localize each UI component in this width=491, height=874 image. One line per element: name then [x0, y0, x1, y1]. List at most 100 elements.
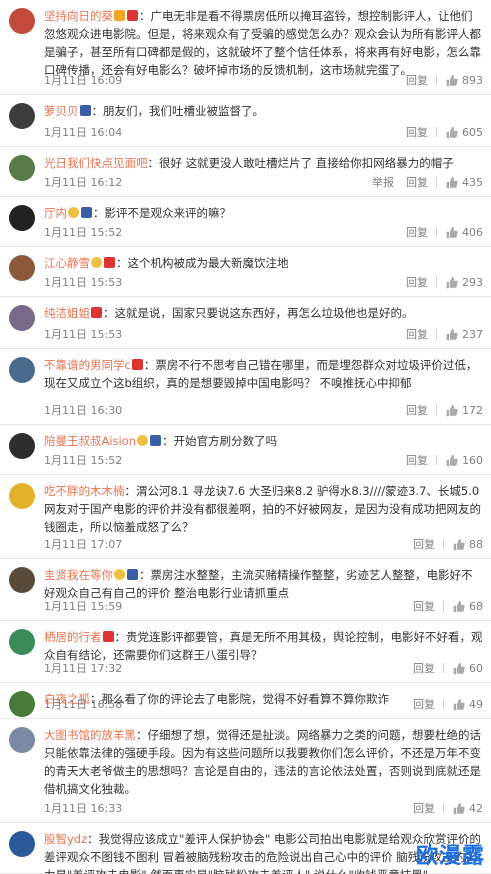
avatar[interactable] [9, 8, 35, 34]
timestamp: 1月11日 15:59 [44, 600, 123, 613]
username-link[interactable]: 江心静雪 [44, 256, 90, 270]
reply-button[interactable]: 回复 [413, 800, 435, 816]
comment-body: 大图书馆的放羊黑：仔细想了想，觉得还是扯淡。网络暴力之类的问题，想要杜绝的话只能… [44, 726, 483, 798]
timestamp: 1月11日 16:33 [44, 802, 123, 815]
avatar[interactable] [9, 357, 35, 383]
comment-actions: 回复 60 [401, 660, 483, 676]
timestamp: 1月11日 16:12 [44, 176, 123, 189]
like-count: 293 [462, 275, 483, 289]
like-button[interactable]: 893 [445, 74, 483, 87]
reply-button[interactable]: 回复 [406, 452, 428, 468]
divider [443, 803, 444, 813]
like-count: 172 [462, 403, 483, 417]
like-button[interactable]: 42 [452, 802, 483, 815]
reply-button[interactable]: 回复 [406, 274, 428, 290]
like-button[interactable]: 172 [445, 404, 483, 417]
avatar[interactable] [9, 155, 35, 181]
username-link[interactable]: 陪曼王叔叔Aision [44, 434, 136, 448]
like-button[interactable]: 68 [452, 600, 483, 613]
comment-text: ：开始官方刷分数了吗 [162, 434, 278, 448]
avatar[interactable] [9, 255, 35, 281]
crown-badge-icon [68, 207, 79, 218]
like-count: 49 [469, 697, 483, 711]
avatar[interactable] [9, 305, 35, 331]
avatar[interactable] [9, 727, 35, 753]
like-count: 406 [462, 225, 483, 239]
username-link[interactable]: 光日我们快点见面吧 [44, 156, 148, 170]
username-link[interactable]: 坚持向日的葵 [44, 9, 113, 23]
comment-body: 圭贤我在等你 ：票房注水整整，主流买赌精操作整整，劣迹艺人整整，电影好不好观众自己… [44, 566, 483, 602]
thumbs-up-icon [453, 662, 465, 674]
username-link[interactable]: 萝贝贝 [44, 104, 79, 118]
comment-item: 光日我们快点见面吧：很好 这就更没人敢吐槽烂片了 直接给你扣网络暴力的帽子 1月1… [0, 147, 491, 197]
divider [436, 405, 437, 415]
reply-button[interactable]: 回复 [406, 124, 428, 140]
avatar[interactable] [9, 831, 35, 857]
username-link[interactable]: 不靠谱的男同学c [44, 358, 131, 372]
reply-button[interactable]: 回复 [413, 660, 435, 676]
lv-badge-icon [91, 307, 102, 318]
divider [436, 329, 437, 339]
timestamp: 1月11日 15:53 [44, 328, 123, 341]
thumbs-up-icon [446, 226, 458, 238]
avatar[interactable] [9, 205, 35, 231]
thumbs-up-icon [446, 404, 458, 416]
comment-actions: 回复 88 [401, 536, 483, 552]
comment-body: 不靠谱的男同学c ：票房不行不思考自己错在哪里，而是埋怨群众对垃圾评价过低，现在又… [44, 356, 483, 392]
watermark-logo: 欧漫露 [415, 844, 485, 869]
username-link[interactable]: 纯洁姐姐 [44, 306, 90, 320]
divider [443, 539, 444, 549]
avatar[interactable] [9, 103, 35, 129]
like-count: 88 [469, 537, 483, 551]
username-link[interactable]: 股智ydz [44, 832, 87, 846]
comment-body: 厅内 ：影评不是观众来评的嘛？ [44, 204, 483, 222]
like-button[interactable]: 237 [445, 328, 483, 341]
username-link[interactable]: 栖居的行者 [44, 630, 102, 644]
comment-actions: 回复 293 [394, 274, 483, 290]
comment-meta: 1月11日 17:32 回复 60 [44, 660, 483, 676]
like-button[interactable]: 88 [452, 538, 483, 551]
like-button[interactable]: 160 [445, 454, 483, 467]
reply-button[interactable]: 回复 [413, 696, 435, 712]
reply-button[interactable]: 回复 [406, 402, 428, 418]
like-button[interactable]: 435 [445, 176, 483, 189]
thumbs-up-icon [446, 454, 458, 466]
comment-item: 坚持向日的葵 ：广电无非是看不得票房低所以掩耳盗铃，想控制影评人，让他们忽悠观众进… [0, 0, 491, 95]
like-count: 160 [462, 453, 483, 467]
reply-button[interactable]: 回复 [406, 174, 428, 190]
comment-item: 陪曼王叔叔Aision ：开始官方刷分数了吗 1月11日 15:52 回复 160 [0, 425, 491, 475]
avatar[interactable] [9, 691, 35, 717]
comment-body: 坚持向日的葵 ：广电无非是看不得票房低所以掩耳盗铃，想控制影评人，让他们忽悠观众进… [44, 7, 483, 79]
avatar[interactable] [9, 433, 35, 459]
comment-item: 江心静雪 ：这个机构被成为最大新魔饮注地 1月11日 15:53 回复 293 [0, 247, 491, 297]
timestamp: 1月11日 17:32 [44, 662, 123, 675]
avatar[interactable] [9, 483, 35, 509]
comment-body: 萝贝贝 ：朋友们，我们吐槽业被监督了。 [44, 102, 483, 120]
comment-item: 厅内 ：影评不是观众来评的嘛？ 1月11日 15:52 回复 406 [0, 197, 491, 247]
reply-button[interactable]: 回复 [413, 598, 435, 614]
like-button[interactable]: 49 [452, 698, 483, 711]
reply-button[interactable]: 回复 [406, 72, 428, 88]
username-link[interactable]: 大图书馆的放羊黑 [44, 728, 136, 742]
thumbs-up-icon [453, 698, 465, 710]
lv-badge-icon [102, 631, 114, 642]
avatar[interactable] [9, 567, 35, 593]
divider [443, 601, 444, 611]
reply-button[interactable]: 回复 [406, 326, 428, 342]
comment-actions: 回复 172 [394, 402, 483, 418]
username-link[interactable]: 圭贤我在等你 [44, 568, 113, 582]
like-button[interactable]: 406 [445, 226, 483, 239]
timestamp: 1月11日 15:52 [44, 226, 123, 239]
like-button[interactable]: 605 [445, 126, 483, 139]
crown-badge-icon [137, 435, 149, 446]
username-link[interactable]: 厅内 [44, 206, 67, 220]
avatar[interactable] [9, 629, 35, 655]
username-link[interactable]: 吃不胖的木木楠 [44, 484, 125, 498]
report-button[interactable]: 举报 [372, 174, 394, 190]
like-button[interactable]: 60 [452, 662, 483, 675]
divider [443, 663, 444, 673]
comment-meta: 1月11日 16:12 举报 回复 435 [44, 174, 483, 190]
reply-button[interactable]: 回复 [406, 224, 428, 240]
reply-button[interactable]: 回复 [413, 536, 435, 552]
like-button[interactable]: 293 [445, 276, 483, 289]
